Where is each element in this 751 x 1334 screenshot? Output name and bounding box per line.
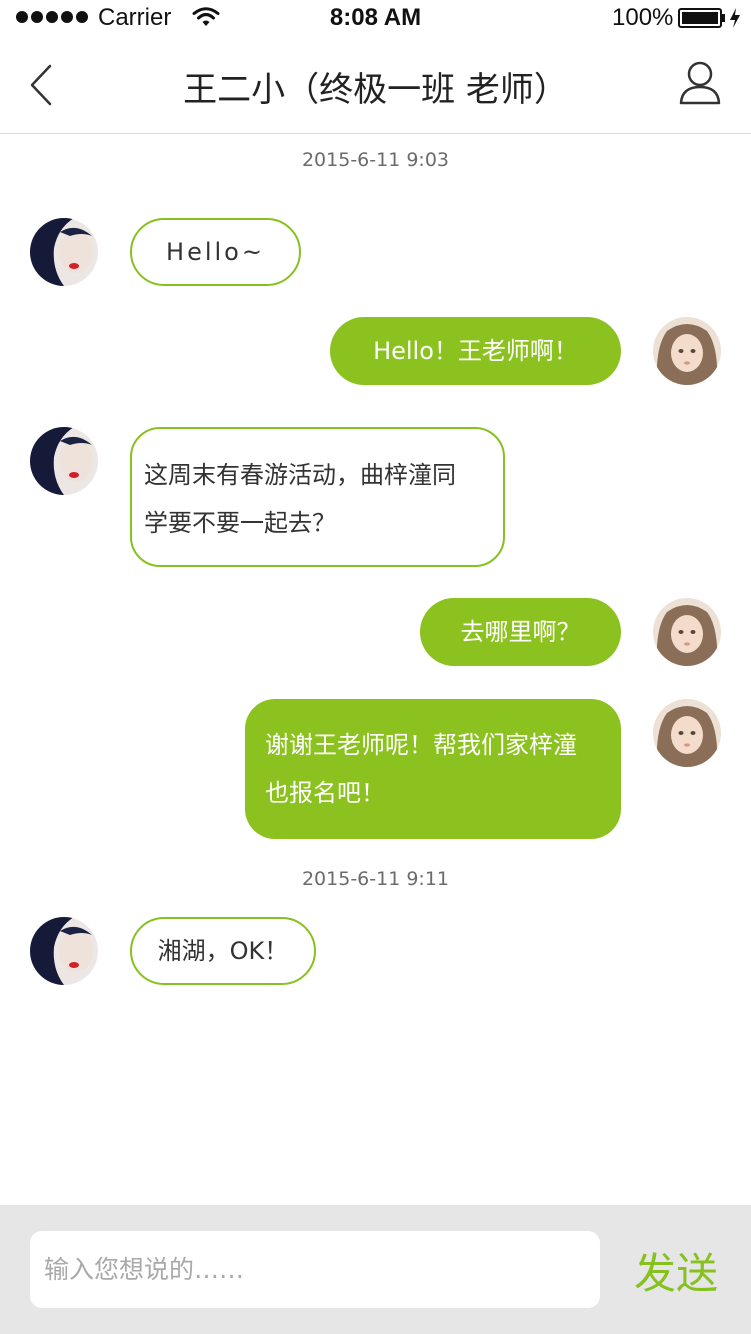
message-line: 谢谢王老师呢！帮我们家梓潼 [265,731,577,759]
teacher-avatar[interactable] [30,427,98,495]
charging-icon [730,8,740,28]
chat-timestamp: 2015-6-11 9:11 [301,868,450,890]
input-bar: 发送 [0,1205,751,1334]
send-button[interactable]: 发送 [620,1225,732,1315]
battery-tip [722,14,725,22]
battery-percent: 100% [612,4,674,31]
message-line: 学要不要一起去？ [144,509,336,537]
message-bubble-sent[interactable]: 谢谢王老师呢！帮我们家梓潼 也报名吧！ [245,699,621,839]
message-bubble-sent[interactable]: Hello！王老师啊！ [330,317,621,385]
chat-timestamp: 2015-6-11 9:03 [301,149,450,171]
message-bubble-received[interactable]: 这周末有春游活动，曲梓潼同 学要不要一起去？ [130,427,505,567]
message-input[interactable] [30,1231,600,1308]
battery-icon [678,8,722,28]
student-avatar[interactable] [653,598,721,666]
message-line: 这周末有春游活动，曲梓潼同 [144,461,456,489]
page-title: 王二小（终极一班 老师） [183,70,568,110]
student-avatar[interactable] [653,699,721,767]
student-avatar[interactable] [653,317,721,385]
message-bubble-received[interactable]: 湘湖，OK！ [130,917,316,985]
status-bar: Carrier 8:08 AM 100% [0,0,751,36]
teacher-avatar[interactable] [30,917,98,985]
nav-bar: 王二小（终极一班 老师） [0,36,751,134]
message-bubble-received[interactable]: Hello~ [130,218,301,286]
message-bubble-sent[interactable]: 去哪里啊？ [420,598,621,666]
profile-icon[interactable] [678,60,722,106]
teacher-avatar[interactable] [30,218,98,286]
message-line: 也报名吧！ [265,779,385,807]
